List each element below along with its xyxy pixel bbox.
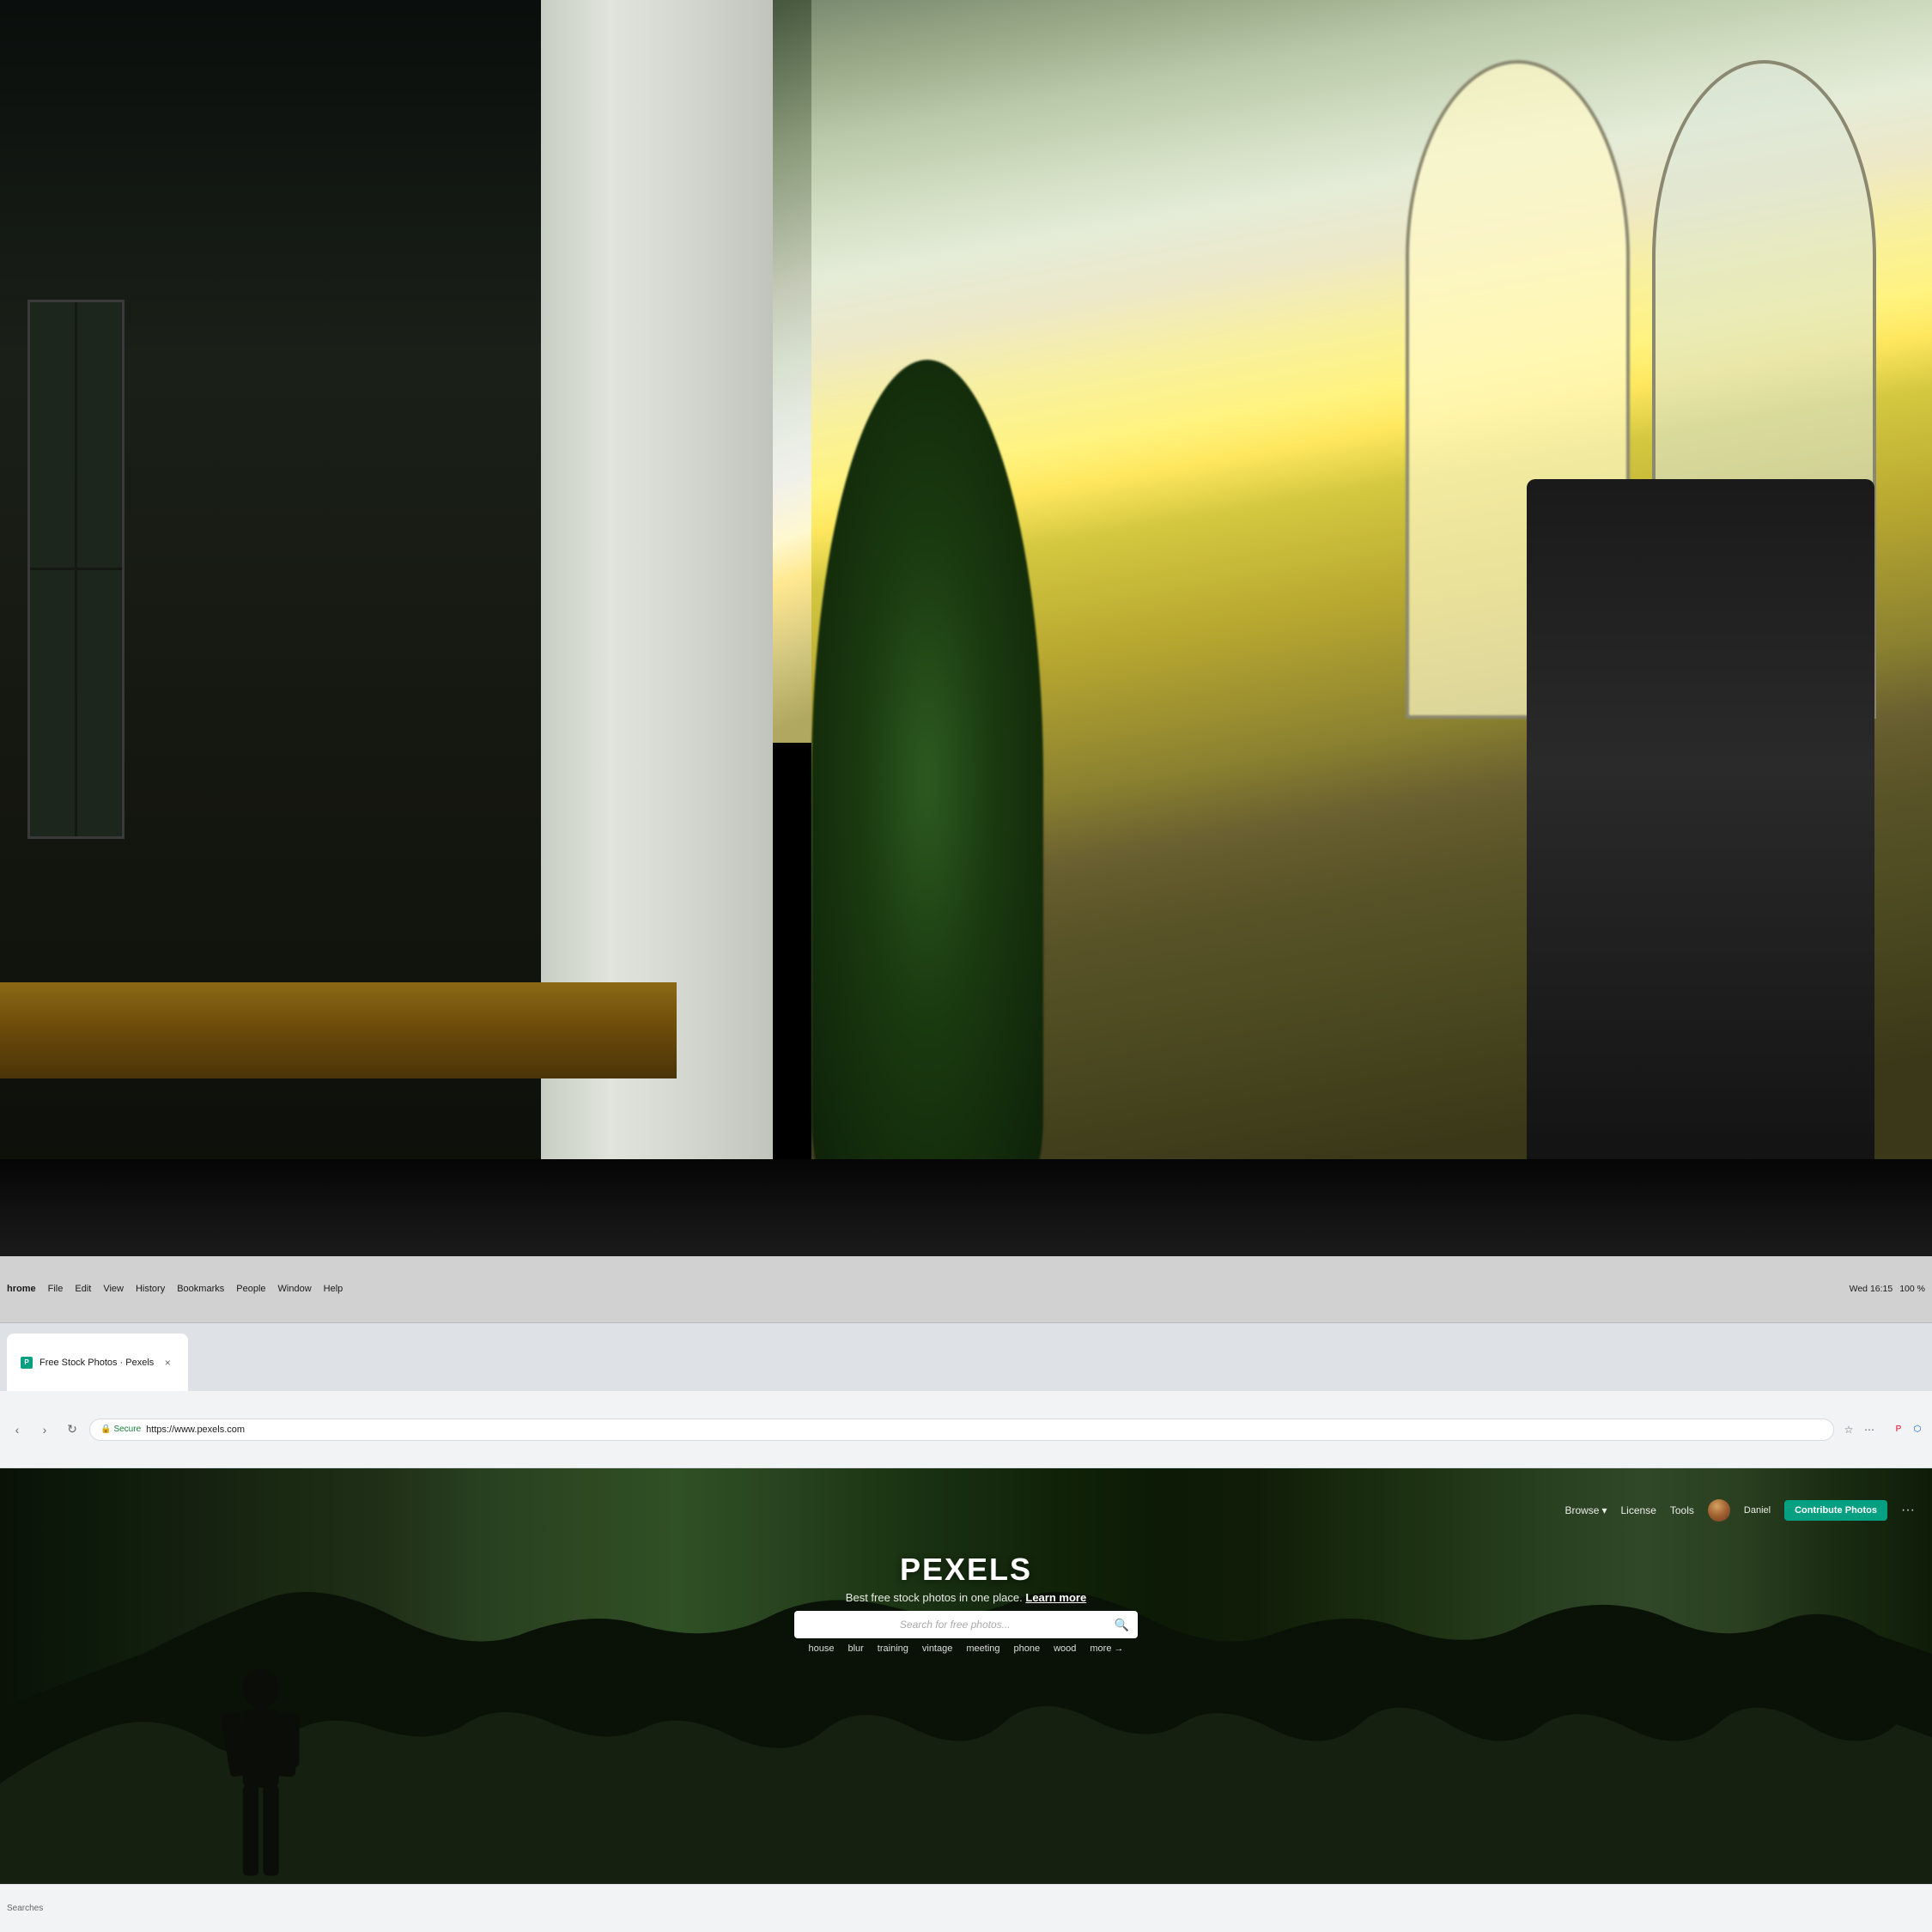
user-avatar[interactable] xyxy=(1708,1499,1730,1522)
tab-label: Free Stock Photos · Pexels xyxy=(39,1358,154,1368)
menu-file[interactable]: File xyxy=(48,1284,64,1294)
search-tag-wood[interactable]: wood xyxy=(1054,1643,1076,1654)
search-tag-house[interactable]: house xyxy=(808,1643,834,1654)
secure-badge: 🔒 Secure xyxy=(100,1425,141,1434)
chair xyxy=(1527,479,1874,1198)
menu-time: Wed 16:15 xyxy=(1850,1284,1893,1294)
tools-link[interactable]: Tools xyxy=(1670,1504,1694,1516)
tab-favicon: P xyxy=(21,1357,33,1369)
pexels-navbar: Browse ▾ License Tools Daniel Contribute… xyxy=(0,1468,1932,1552)
menu-right-icons: Wed 16:15 100 % xyxy=(1850,1284,1925,1294)
menu-battery: 100 % xyxy=(1899,1284,1925,1294)
extension-icons: P ⬡ xyxy=(1891,1422,1925,1437)
browser-tab[interactable]: P Free Stock Photos · Pexels × xyxy=(7,1334,188,1391)
address-bar[interactable]: 🔒 Secure https://www.pexels.com xyxy=(89,1419,1834,1441)
pexels-hero-content: PEXELS Best free stock photos in one pla… xyxy=(0,1552,1932,1654)
menu-bookmarks[interactable]: Bookmarks xyxy=(177,1284,224,1294)
pexels-website: Browse ▾ License Tools Daniel Contribute… xyxy=(0,1468,1932,1932)
learn-more-link[interactable]: Learn more xyxy=(1025,1591,1086,1604)
macos-menubar: hrome File Edit View History Bookmarks P… xyxy=(0,1256,1932,1324)
search-icon[interactable]: 🔍 xyxy=(1115,1618,1129,1632)
search-tag-blur[interactable]: blur xyxy=(848,1643,863,1654)
search-tag-meeting[interactable]: meeting xyxy=(966,1643,999,1654)
pexels-search-bar[interactable]: Search for free photos... 🔍 xyxy=(794,1611,1138,1638)
menu-edit[interactable]: Edit xyxy=(75,1284,91,1294)
bookmark-icon[interactable]: ☆ xyxy=(1841,1422,1856,1437)
menu-people[interactable]: People xyxy=(236,1284,265,1294)
extensions-icon[interactable]: ⋯ xyxy=(1862,1422,1877,1437)
pexels-title: PEXELS xyxy=(0,1552,1932,1588)
browse-label: Browse xyxy=(1564,1504,1599,1516)
back-button[interactable]: ‹ xyxy=(7,1419,27,1440)
pinterest-icon[interactable]: P xyxy=(1891,1422,1906,1437)
pexels-nav-links: Browse ▾ License Tools Daniel Contribute… xyxy=(1564,1499,1915,1522)
plant xyxy=(811,360,1043,1199)
address-text: https://www.pexels.com xyxy=(146,1425,245,1435)
lock-icon: 🔒 xyxy=(100,1425,111,1434)
more-options-button[interactable]: ··· xyxy=(1901,1503,1915,1518)
reload-button[interactable]: ↻ xyxy=(62,1419,82,1440)
tab-bar: P Free Stock Photos · Pexels × xyxy=(0,1323,1932,1391)
license-link[interactable]: License xyxy=(1621,1504,1656,1516)
dropbox-icon[interactable]: ⬡ xyxy=(1910,1422,1925,1437)
tab-close-button[interactable]: × xyxy=(161,1356,174,1370)
monitor-top-bezel xyxy=(0,1159,1932,1256)
subtitle-text: Best free stock photos in one place. xyxy=(846,1591,1023,1604)
search-tags: house blur training vintage meeting phon… xyxy=(0,1643,1932,1654)
menu-view[interactable]: View xyxy=(103,1284,124,1294)
address-bar-row: ‹ › ↻ 🔒 Secure https://www.pexels.com ☆ … xyxy=(0,1391,1932,1468)
contribute-photos-button[interactable]: Contribute Photos xyxy=(1784,1500,1887,1521)
browse-link[interactable]: Browse ▾ xyxy=(1564,1504,1607,1516)
search-tag-phone[interactable]: phone xyxy=(1014,1643,1041,1654)
pexels-subtitle: Best free stock photos in one place. Lea… xyxy=(0,1591,1932,1604)
photo-background xyxy=(0,0,1932,1198)
status-bar: Searches xyxy=(0,1884,1932,1932)
search-placeholder: Search for free photos... xyxy=(803,1619,1108,1631)
forward-button[interactable]: › xyxy=(34,1419,55,1440)
search-tag-training[interactable]: training xyxy=(878,1643,908,1654)
status-text: Searches xyxy=(7,1904,43,1913)
browse-chevron-icon: ▾ xyxy=(1601,1504,1607,1516)
secure-label: Secure xyxy=(113,1425,141,1434)
menu-chrome[interactable]: hrome xyxy=(7,1284,36,1294)
search-tag-vintage[interactable]: vintage xyxy=(922,1643,952,1654)
window-left xyxy=(27,300,125,839)
search-tags-more[interactable]: more → xyxy=(1090,1643,1123,1654)
desk xyxy=(0,982,677,1078)
user-name[interactable]: Daniel xyxy=(1744,1505,1771,1516)
menu-window[interactable]: Window xyxy=(278,1284,312,1294)
address-right-icons: ☆ ⋯ xyxy=(1841,1422,1877,1437)
menu-history[interactable]: History xyxy=(136,1284,165,1294)
menu-help[interactable]: Help xyxy=(324,1284,343,1294)
